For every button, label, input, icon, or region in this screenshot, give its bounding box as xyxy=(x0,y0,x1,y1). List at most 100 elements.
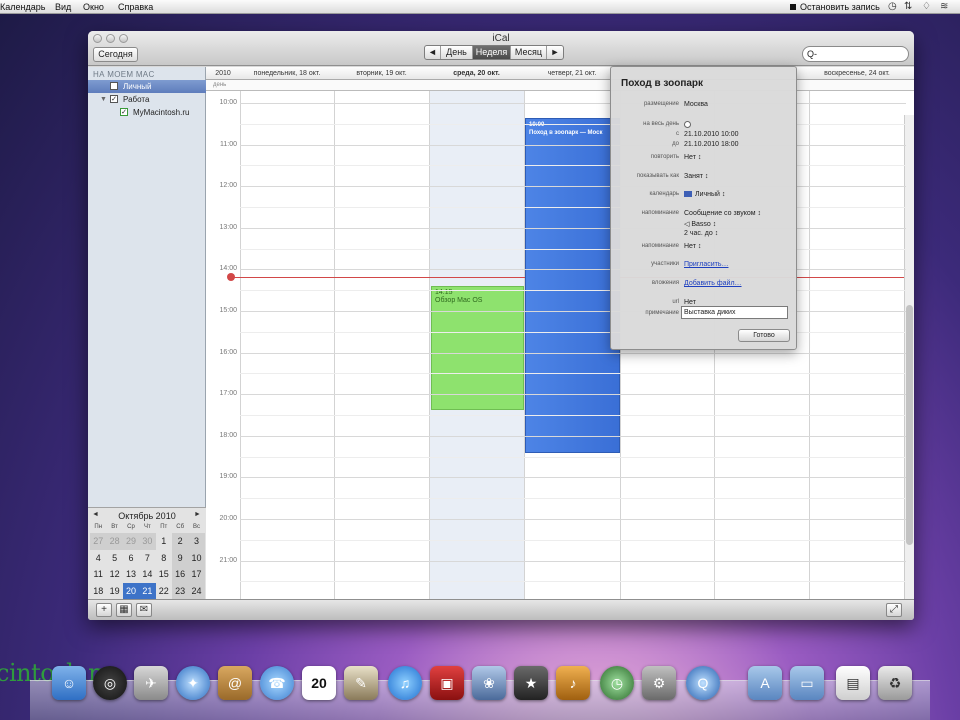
mini-calendar-day[interactable]: 12 xyxy=(106,566,122,583)
mini-calendar-day[interactable]: 8 xyxy=(156,550,172,567)
sidebar-item-work[interactable]: ▼ ✓ Работа xyxy=(88,93,206,106)
mini-calendar-day[interactable]: 29 xyxy=(122,533,140,550)
checkbox-icon[interactable]: ✓ xyxy=(110,82,118,90)
field-value[interactable]: 21.10.2010 18:00 xyxy=(684,141,739,148)
mini-calendar-day[interactable]: 1 xyxy=(156,533,172,550)
event-title-field[interactable]: Поход в зоопарк xyxy=(621,78,703,89)
itunes-icon[interactable]: ♫ xyxy=(388,666,422,700)
today-button[interactable]: Сегодня xyxy=(93,47,138,62)
mini-calendar-day[interactable]: 4 xyxy=(90,550,106,567)
mini-calendar-day[interactable]: 21 xyxy=(139,582,156,599)
mini-calendar-day[interactable]: 5 xyxy=(106,550,122,567)
day-column[interactable] xyxy=(334,91,429,599)
address-book-icon[interactable]: @ xyxy=(218,666,252,700)
menu-calendar[interactable]: Календарь xyxy=(0,2,45,12)
all-day-row[interactable]: день xyxy=(206,80,914,91)
mini-calendar-day[interactable]: 28 xyxy=(106,533,123,550)
mini-calendar-day[interactable]: 24 xyxy=(188,582,205,599)
add-calendar-button[interactable]: + xyxy=(96,603,112,617)
day-header-2[interactable]: среда, 20 окт. xyxy=(429,67,524,80)
display-icon[interactable]: ♢ xyxy=(922,1,931,12)
field-value[interactable]: Сообщение со звуком ↕ xyxy=(684,210,761,217)
day-header-1[interactable]: вторник, 19 окт. xyxy=(334,67,429,80)
menu-window[interactable]: Окно xyxy=(83,2,104,12)
show-calendars-button[interactable]: ▦ xyxy=(116,603,132,617)
documents-folder-icon[interactable]: ▭ xyxy=(790,666,824,700)
mini-calendar-day[interactable]: 20 xyxy=(122,582,140,599)
mini-calendar-day[interactable]: 27 xyxy=(90,533,107,550)
field-value[interactable]: Москва xyxy=(684,101,708,108)
sidebar-item-mymacintosh[interactable]: ✓ MyMacintosh.ru xyxy=(88,106,206,119)
dashboard-icon[interactable]: ◎ xyxy=(93,666,127,700)
mini-calendar-day[interactable]: 22 xyxy=(156,583,172,600)
show-notifications-button[interactable]: ✉ xyxy=(136,603,152,617)
day-header-0[interactable]: понедельник, 18 окт. xyxy=(240,67,334,80)
trash-icon[interactable]: ♻ xyxy=(878,666,912,700)
mini-calendar-day[interactable]: 30 xyxy=(139,533,156,550)
time-machine-icon[interactable]: ◷ xyxy=(888,1,897,12)
menu-view[interactable]: Вид xyxy=(55,2,71,12)
iphoto-icon[interactable]: ❀ xyxy=(472,666,506,700)
field-value[interactable]: 2 час. до ↕ xyxy=(684,230,718,237)
note-field[interactable]: Выставка диких xyxy=(681,306,788,319)
field-value[interactable]: 21.10.2010 10:00 xyxy=(684,131,739,138)
mini-calendar-day[interactable]: 19 xyxy=(106,583,122,600)
preview-icon[interactable]: ✎ xyxy=(344,666,378,700)
field-value[interactable]: ◁ Basso ↕ xyxy=(684,220,716,228)
ical-dock-icon[interactable]: 20 xyxy=(302,666,336,700)
resize-grip-icon[interactable]: ⤢ xyxy=(886,603,902,617)
mini-calendar-day[interactable]: 7 xyxy=(139,550,155,567)
sync-icon[interactable]: ⇅ xyxy=(904,1,912,12)
imovie-icon[interactable]: ★ xyxy=(514,666,548,700)
mini-calendar-day[interactable]: 14 xyxy=(139,566,155,583)
mini-calendar-day[interactable]: 13 xyxy=(123,566,139,583)
mini-calendar-day[interactable]: 23 xyxy=(171,582,189,599)
previous-week-icon[interactable]: ◄ xyxy=(425,46,441,59)
stop-recording-icon[interactable] xyxy=(790,4,796,10)
applications-folder-icon[interactable]: A xyxy=(748,666,782,700)
mini-calendar-day[interactable]: 10 xyxy=(188,549,205,566)
day-column[interactable] xyxy=(809,91,905,599)
stack-icon[interactable]: ▤ xyxy=(836,666,870,700)
day-header-6[interactable]: воскресенье, 24 окт. xyxy=(809,67,905,80)
checkbox-icon[interactable]: ✓ xyxy=(110,95,118,103)
mini-calendar-day[interactable]: 15 xyxy=(156,566,172,583)
mini-calendar-day[interactable]: 9 xyxy=(171,549,189,566)
day-column[interactable] xyxy=(240,91,334,599)
safari-icon[interactable]: ✦ xyxy=(176,666,210,700)
field-value[interactable]: Пригласить… xyxy=(684,261,728,268)
finder-icon[interactable]: ☺ xyxy=(52,666,86,700)
wifi-icon[interactable]: ≋ xyxy=(940,1,948,12)
garageband-icon[interactable]: ♪ xyxy=(556,666,590,700)
stop-recording-label[interactable]: Остановить запись xyxy=(800,2,880,12)
done-button[interactable]: Готово xyxy=(738,329,790,342)
time-machine-dock-icon[interactable]: ◷ xyxy=(600,666,634,700)
mail-icon[interactable]: ✈ xyxy=(134,666,168,700)
mini-calendar-day[interactable]: 16 xyxy=(171,566,189,583)
system-preferences-icon[interactable]: ⚙ xyxy=(642,666,676,700)
field-value[interactable]: Личный ↕ xyxy=(695,191,725,198)
mini-calendar-day[interactable]: 2 xyxy=(171,533,189,550)
quicktime-icon[interactable]: Q xyxy=(686,666,720,700)
field-value[interactable]: Добавить файл… xyxy=(684,280,742,287)
photo-booth-icon[interactable]: ▣ xyxy=(430,666,464,700)
event-zoo-trip[interactable]: 10:00 Поход в зоопарк — Моск xyxy=(525,118,620,453)
sidebar-item-personal[interactable]: ✓ Личный xyxy=(88,80,206,93)
tab-day[interactable]: День xyxy=(441,46,473,59)
day-header-3[interactable]: четверг, 21 окт. xyxy=(524,67,620,80)
ichat-icon[interactable]: ☎ xyxy=(260,666,294,700)
field-value[interactable]: Нет xyxy=(684,299,696,306)
mini-calendar-day[interactable]: 11 xyxy=(90,566,106,583)
mini-calendar-day[interactable]: 6 xyxy=(123,550,139,567)
time-grid[interactable]: 14:15 Обзор Mac OS 10:00 Поход в зоопарк… xyxy=(206,91,914,599)
checkbox-icon[interactable]: ✓ xyxy=(120,108,128,116)
all-day-checkbox[interactable] xyxy=(684,121,691,128)
mini-calendar-day[interactable]: 17 xyxy=(188,566,205,583)
mini-calendar-next-icon[interactable]: ► xyxy=(194,511,201,518)
mini-calendar-day[interactable]: 18 xyxy=(90,583,106,600)
field-value[interactable]: Занят ↕ xyxy=(684,173,708,180)
scrollbar-thumb[interactable] xyxy=(906,305,913,545)
search-input[interactable]: Q- xyxy=(802,46,909,62)
tab-month[interactable]: Месяц xyxy=(511,46,547,59)
event-mac-os-review[interactable]: 14:15 Обзор Mac OS xyxy=(431,286,524,410)
